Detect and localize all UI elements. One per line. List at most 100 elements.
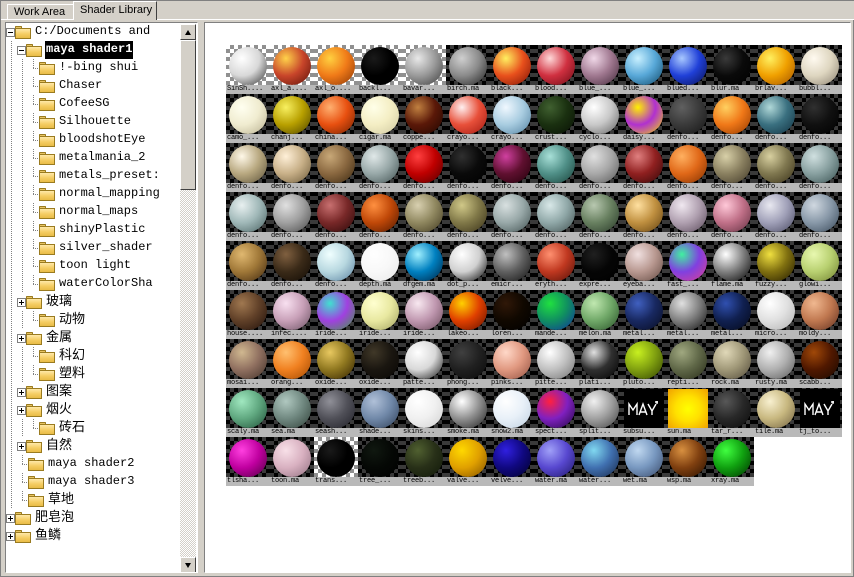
shader-thumbnail[interactable]: split... xyxy=(578,388,622,437)
shader-thumbnail[interactable]: denfo... xyxy=(666,192,710,241)
shader-thumbnail[interactable]: denfo... xyxy=(534,192,578,241)
tree-item-0[interactable]: C:/Documents and xyxy=(6,23,182,41)
shader-thumbnail[interactable]: denfo... xyxy=(490,192,534,241)
shader-thumbnail[interactable]: axl_o.... xyxy=(314,45,358,94)
shader-thumbnail[interactable]: metal... xyxy=(666,290,710,339)
shader-thumbnail[interactable]: bavar... xyxy=(402,45,446,94)
folder-tree[interactable]: C:/Documents andmaya shader1!-bing shuiC… xyxy=(6,23,182,572)
tree-item-13[interactable]: toon light xyxy=(6,257,182,275)
shader-thumbnail[interactable]: blur.ma xyxy=(710,45,754,94)
shader-thumbnail[interactable]: water.ma xyxy=(534,437,578,486)
shader-thumbnail[interactable]: scaly.ma xyxy=(226,388,270,437)
tree-item-15[interactable]: 玻璃 xyxy=(6,293,182,311)
shader-thumbnail[interactable]: blue_... xyxy=(578,45,622,94)
shader-thumbnail[interactable]: eyeba... xyxy=(622,241,666,290)
shader-thumbnail[interactable]: expre... xyxy=(578,241,622,290)
tree-vertical-scrollbar[interactable] xyxy=(180,24,196,573)
shader-thumbnail[interactable]: denfo... xyxy=(754,192,798,241)
shader-thumbnail[interactable]: rock.ma xyxy=(710,339,754,388)
shader-thumbnail[interactable]: denfo... xyxy=(754,143,798,192)
tree-item-16[interactable]: 动物 xyxy=(6,311,182,329)
tab-work-area[interactable]: Work Area xyxy=(7,4,75,19)
shader-thumbnail[interactable]: metal... xyxy=(710,290,754,339)
tree-item-8[interactable]: metals_preset: xyxy=(6,167,182,185)
shader-thumbnail[interactable]: skins... xyxy=(402,388,446,437)
shader-thumbnail[interactable]: metal... xyxy=(622,290,666,339)
tree-item-28[interactable]: 鱼鳞 xyxy=(6,527,182,545)
shader-thumbnail[interactable]: pluto... xyxy=(622,339,666,388)
shader-thumbnail[interactable]: blue_... xyxy=(622,45,666,94)
shader-thumbnail[interactable]: china... xyxy=(314,94,358,143)
shader-thumbnail[interactable]: mosai... xyxy=(226,339,270,388)
tree-item-23[interactable]: 自然 xyxy=(6,437,182,455)
shader-thumbnail[interactable]: fast_... xyxy=(666,241,710,290)
shader-thumbnail[interactable]: pinks... xyxy=(490,339,534,388)
shader-thumbnail[interactable]: valve... xyxy=(446,437,490,486)
tree-item-17[interactable]: 金属 xyxy=(6,329,182,347)
shader-thumbnail[interactable]: seash... xyxy=(314,388,358,437)
shader-thumbnail[interactable]: house.... xyxy=(226,290,270,339)
shader-thumbnail[interactable]: denfo... xyxy=(270,192,314,241)
shader-thumbnail[interactable]: denfo... xyxy=(314,192,358,241)
shader-thumbnail[interactable]: backl... xyxy=(358,45,402,94)
tree-item-25[interactable]: maya shader3 xyxy=(6,473,182,491)
shader-thumbnail[interactable]: denfo... xyxy=(798,143,842,192)
shader-thumbnail[interactable]: tree_... xyxy=(358,437,402,486)
tree-item-22[interactable]: 砖石 xyxy=(6,419,182,437)
shader-thumbnail[interactable]: denfo... xyxy=(226,192,270,241)
shader-thumbnail[interactable]: crust... xyxy=(534,94,578,143)
expand-toggle-icon[interactable] xyxy=(17,334,26,343)
tree-item-14[interactable]: waterColorSha xyxy=(6,275,182,293)
shader-thumbnail[interactable]: depth.ma xyxy=(358,241,402,290)
shader-thumbnail[interactable]: scabb... xyxy=(798,339,842,388)
shader-thumbnail[interactable]: eryth... xyxy=(534,241,578,290)
shader-thumbnail[interactable]: denfo... xyxy=(578,143,622,192)
shader-thumbnail[interactable]: denfo... xyxy=(710,143,754,192)
shader-thumbnail[interactable]: orang... xyxy=(270,339,314,388)
shader-thumbnail[interactable]: patte... xyxy=(402,339,446,388)
shader-thumbnail[interactable]: camo_... xyxy=(226,94,270,143)
shader-thumbnail[interactable]: wsp.ma xyxy=(666,437,710,486)
shader-thumbnail[interactable]: wet.ma xyxy=(622,437,666,486)
shader-thumbnail[interactable]: iride... xyxy=(402,290,446,339)
shader-thumbnail[interactable]: rusty.ma xyxy=(754,339,798,388)
shader-thumbnail[interactable]: cigar.ma xyxy=(358,94,402,143)
shader-thumbnail[interactable]: lakeo... xyxy=(446,290,490,339)
shader-thumbnail[interactable]: glowi... xyxy=(798,241,842,290)
shader-thumbnail[interactable]: tile.ma xyxy=(754,388,798,437)
tree-item-9[interactable]: normal_mapping xyxy=(6,185,182,203)
shader-thumbnail[interactable]: denfo... xyxy=(446,192,490,241)
tree-item-11[interactable]: shinyPlastic xyxy=(6,221,182,239)
tree-item-1[interactable]: maya shader1 xyxy=(6,41,182,59)
shader-thumbnail[interactable]: denfo... xyxy=(710,94,754,143)
shader-thumbnail[interactable]: denfo... xyxy=(666,94,710,143)
shader-thumbnail[interactable]: SinSh.... xyxy=(226,45,270,94)
scroll-up-button[interactable] xyxy=(180,24,196,40)
shader-thumbnail[interactable]: denfo... xyxy=(446,143,490,192)
shader-thumbnail[interactable]: denfo... xyxy=(798,192,842,241)
tree-item-6[interactable]: bloodshotEye xyxy=(6,131,182,149)
tree-item-21[interactable]: 烟火 xyxy=(6,401,182,419)
shader-thumbnail[interactable]: velve... xyxy=(490,437,534,486)
shader-thumbnail[interactable]: denfo... xyxy=(578,192,622,241)
expand-toggle-icon[interactable] xyxy=(6,514,15,523)
shader-thumbnail[interactable]: denfo... xyxy=(798,94,842,143)
shader-thumbnail[interactable]: repti... xyxy=(666,339,710,388)
shader-thumbnail[interactable]: brlav... xyxy=(754,45,798,94)
shader-thumbnail[interactable]: blood... xyxy=(534,45,578,94)
tree-item-26[interactable]: 草地 xyxy=(6,491,182,509)
shader-thumbnail[interactable]: mande... xyxy=(534,290,578,339)
shader-thumbnail[interactable]: cyclo... xyxy=(578,94,622,143)
shader-thumbnail[interactable]: blued... xyxy=(666,45,710,94)
shader-thumbnail[interactable]: trans... xyxy=(314,437,358,486)
tree-item-12[interactable]: silver_shader xyxy=(6,239,182,257)
expand-toggle-icon[interactable] xyxy=(17,298,26,307)
shader-thumbnail-grid[interactable]: SinSh....axl_a....axl_o....backl...bavar… xyxy=(226,45,842,486)
shader-thumbnail[interactable]: iride... xyxy=(358,290,402,339)
shader-thumbnail[interactable]: subsu... xyxy=(622,388,666,437)
shader-thumbnail[interactable]: denfo... xyxy=(226,143,270,192)
tree-item-3[interactable]: Chaser xyxy=(6,77,182,95)
shader-thumbnail[interactable]: oxide... xyxy=(314,339,358,388)
shader-thumbnail[interactable]: xray.ma xyxy=(710,437,754,486)
shader-thumbnail[interactable]: dot_p... xyxy=(446,241,490,290)
